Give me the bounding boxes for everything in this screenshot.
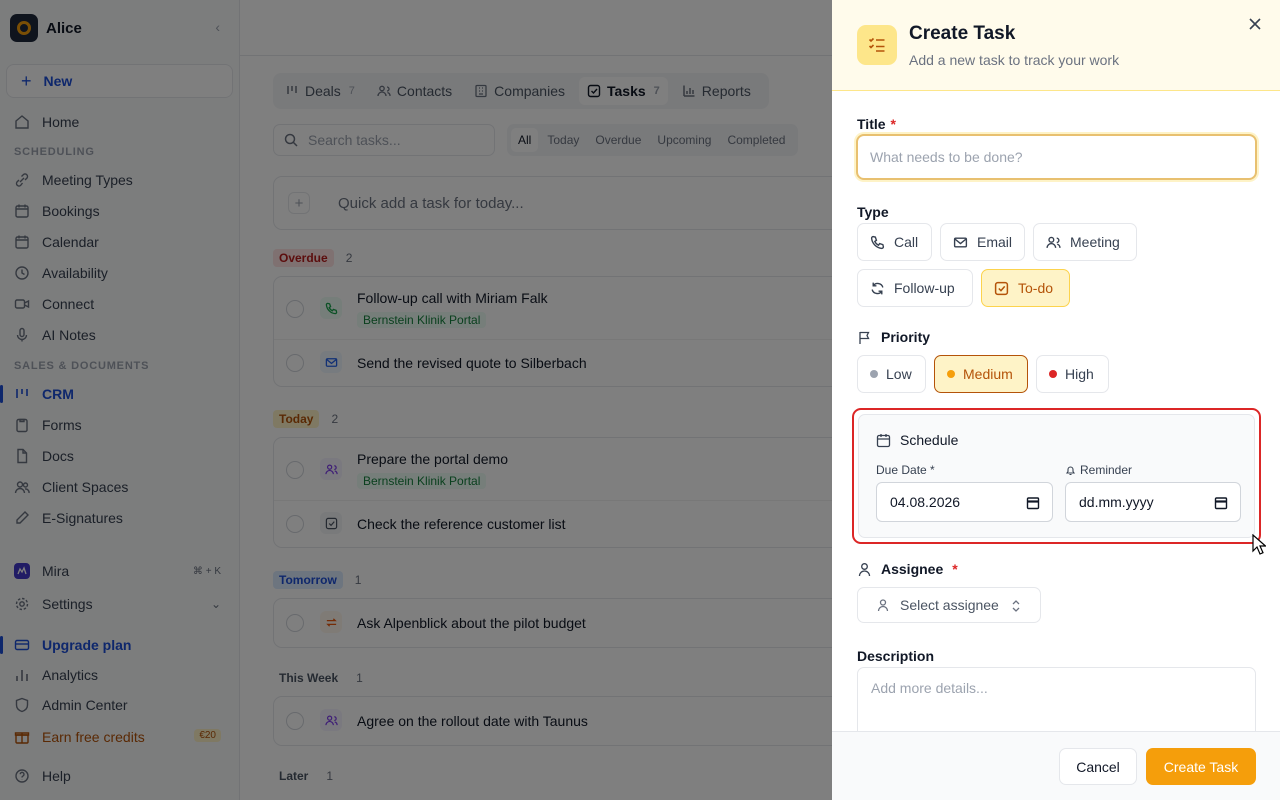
description-label: Description (857, 648, 935, 664)
due-date-input[interactable]: 04.08.2026 (876, 482, 1053, 522)
calendar-icon (876, 433, 891, 447)
due-date-label: Due Date * (876, 463, 935, 477)
priority-low-button[interactable]: Low (857, 355, 926, 393)
title-input[interactable] (856, 134, 1257, 180)
type-meeting-label: Meeting (1070, 234, 1120, 250)
task-list-icon (857, 25, 897, 65)
reminder-date-input[interactable]: dd.mm.yyyy (1065, 482, 1241, 522)
priority-dot (1049, 370, 1057, 378)
schedule-label-text: Schedule (900, 432, 959, 448)
user-icon (877, 599, 889, 612)
refresh-icon (871, 282, 884, 294)
priority-label: Priority (857, 329, 930, 345)
priority-label-text: Priority (881, 329, 931, 345)
phone-icon (870, 235, 885, 249)
type-meeting-button[interactable]: Meeting (1033, 223, 1137, 261)
title-label-text: Title (857, 116, 886, 132)
users-icon (1046, 236, 1061, 248)
title-label: Title * (857, 116, 896, 132)
type-call-button[interactable]: Call (857, 223, 932, 261)
due-date-value: 04.08.2026 (890, 494, 961, 510)
type-todo-button[interactable]: To-do (981, 269, 1070, 307)
priority-low-label: Low (886, 366, 912, 382)
cancel-button[interactable]: Cancel (1059, 748, 1137, 785)
schedule-label: Schedule (876, 432, 958, 448)
type-email-button[interactable]: Email (940, 223, 1025, 261)
calendar-picker-icon[interactable] (1214, 496, 1228, 510)
required-mark: * (952, 561, 958, 577)
assignee-label-text: Assignee (881, 561, 944, 577)
reminder-label: Reminder (1065, 463, 1132, 477)
assignee-select[interactable]: Select assignee (857, 587, 1041, 623)
type-follow-up-button[interactable]: Follow-up (857, 269, 973, 307)
create-task-button[interactable]: Create Task (1146, 748, 1256, 785)
reminder-placeholder: dd.mm.yyyy (1079, 494, 1154, 510)
mouse-cursor-icon (1252, 534, 1266, 555)
bell-icon (1065, 465, 1076, 475)
assignee-label: Assignee * (857, 561, 958, 577)
type-follow-up-label: Follow-up (894, 280, 955, 296)
checkbox-icon (994, 281, 1009, 295)
mail-icon (953, 237, 968, 247)
user-icon (858, 562, 871, 576)
required-mark: * (890, 116, 896, 132)
chevron-up-down-icon (1012, 600, 1020, 612)
panel-header: Create Task Add a new task to track your… (832, 0, 1280, 91)
priority-dot (870, 370, 878, 378)
panel-footer: Cancel Create Task (832, 731, 1280, 800)
assignee-placeholder: Select assignee (900, 597, 999, 613)
schedule-section: Schedule Due Date * Reminder 04.08.2026 … (858, 414, 1255, 538)
panel-title: Create Task (909, 23, 1016, 44)
type-todo-label: To-do (1018, 280, 1054, 296)
create-task-panel: Create Task Add a new task to track your… (832, 0, 1280, 800)
type-email-label: Email (976, 234, 1012, 250)
reminder-label-text: Reminder (1080, 463, 1133, 477)
flag-icon (859, 331, 870, 344)
priority-high-label: High (1065, 366, 1094, 382)
priority-dot (947, 370, 955, 378)
priority-medium-label: Medium (963, 366, 1013, 382)
modal-backdrop[interactable] (0, 0, 832, 800)
type-label: Type (857, 204, 889, 220)
close-icon[interactable] (1246, 15, 1264, 33)
priority-high-button[interactable]: High (1036, 355, 1109, 393)
priority-medium-button[interactable]: Medium (934, 355, 1028, 393)
type-call-label: Call (894, 234, 919, 250)
calendar-picker-icon[interactable] (1026, 496, 1040, 510)
panel-subtitle: Add a new task to track your work (909, 52, 1120, 68)
